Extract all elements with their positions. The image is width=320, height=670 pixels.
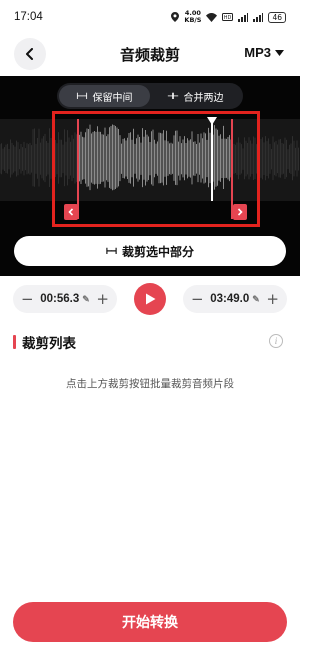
info-icon[interactable]: i xyxy=(269,334,283,348)
signal-icon-1 xyxy=(238,12,249,22)
waveform-editor: ⊢⊣ 保留中间 ⊣⊢ 合并两边 ⊢⊣ 裁剪选中部分 xyxy=(0,76,300,276)
end-time-stepper: − 03:49.0 ✎ + xyxy=(183,285,287,313)
svg-text:HD: HD xyxy=(224,15,232,21)
start-time-field[interactable]: 00:56.3 ✎ xyxy=(40,293,90,305)
trim-icon: ⊢⊣ xyxy=(105,245,117,257)
section-accent-bar xyxy=(13,335,16,349)
mode-merge-sides-label: 合并两边 xyxy=(183,92,224,104)
status-icons: 4.00 KB/S HD 46 xyxy=(171,10,286,24)
caret-down-icon xyxy=(275,49,284,56)
keep-middle-icon: ⊢⊣ xyxy=(76,90,87,102)
start-convert-button[interactable]: 开始转换 xyxy=(13,602,287,642)
trim-start-handle[interactable] xyxy=(64,204,78,220)
start-increment-button[interactable]: + xyxy=(96,291,109,307)
page-title: 音频裁剪 xyxy=(119,46,180,64)
network-speed: 4.00 KB/S xyxy=(184,9,202,24)
trim-end-handle[interactable] xyxy=(233,204,247,220)
chevron-left-icon xyxy=(26,48,33,60)
trim-list-empty-hint: 点击上方裁剪按钮批量裁剪音频片段 xyxy=(66,378,234,390)
end-time-field[interactable]: 03:49.0 ✎ xyxy=(210,293,260,305)
playhead-marker-icon xyxy=(207,117,217,125)
start-time-stepper: − 00:56.3 ✎ + xyxy=(13,285,117,313)
hd-icon: HD xyxy=(222,13,234,21)
battery-indicator: 46 xyxy=(268,11,286,23)
start-convert-label: 开始转换 xyxy=(122,615,178,631)
time-controls: − 00:56.3 ✎ + − 03:49.0 ✎ + xyxy=(0,282,300,318)
chevron-left-icon xyxy=(68,208,74,216)
trim-list-header: 裁剪列表 i xyxy=(13,331,287,353)
start-time-value: 00:56.3 xyxy=(40,293,80,305)
back-button[interactable] xyxy=(14,38,46,70)
location-icon xyxy=(171,12,180,22)
signal-icon-2 xyxy=(253,12,264,22)
trim-selected-button[interactable]: ⊢⊣ 裁剪选中部分 xyxy=(14,236,286,266)
format-select[interactable]: MP3 xyxy=(244,45,284,60)
wifi-icon xyxy=(206,12,218,22)
edit-pencil-icon: ✎ xyxy=(82,293,90,304)
end-increment-button[interactable]: + xyxy=(266,291,279,307)
play-icon xyxy=(145,293,155,305)
merge-sides-icon: ⊣⊢ xyxy=(167,90,178,102)
chevron-right-icon xyxy=(237,208,243,216)
end-decrement-button[interactable]: − xyxy=(191,291,204,307)
end-time-value: 03:49.0 xyxy=(210,293,250,305)
play-button[interactable] xyxy=(134,283,166,315)
mode-keep-middle-label: 保留中间 xyxy=(92,92,133,104)
mode-keep-middle[interactable]: ⊢⊣ 保留中间 xyxy=(59,85,150,107)
waveform xyxy=(0,124,299,191)
format-value: MP3 xyxy=(244,45,271,60)
playhead[interactable] xyxy=(211,119,213,201)
mode-toggle: ⊢⊣ 保留中间 ⊣⊢ 合并两边 xyxy=(57,83,243,109)
status-bar: 17:04 4.00 KB/S HD 46 xyxy=(0,0,300,34)
edit-pencil-icon: ✎ xyxy=(252,293,260,304)
trim-selected-label: 裁剪选中部分 xyxy=(122,244,195,259)
trim-list-title: 裁剪列表 xyxy=(22,336,76,352)
start-decrement-button[interactable]: − xyxy=(21,291,34,307)
mode-merge-sides[interactable]: ⊣⊢ 合并两边 xyxy=(150,85,241,107)
status-time: 17:04 xyxy=(14,11,43,23)
app-header: 音频裁剪 MP3 xyxy=(0,34,300,74)
